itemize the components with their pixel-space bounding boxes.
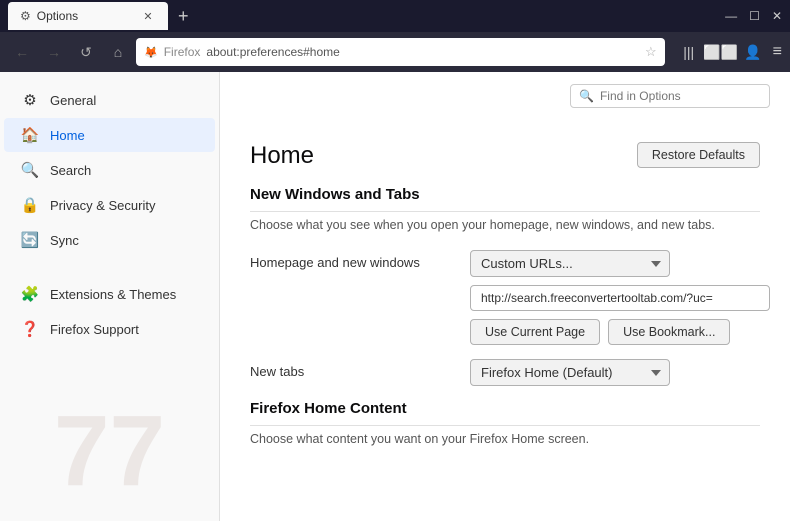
- general-icon: ⚙: [20, 91, 40, 109]
- search-icon: 🔍: [20, 161, 40, 179]
- section-home-content-title: Firefox Home Content: [250, 400, 760, 426]
- window-controls: — ☐ ✕: [725, 9, 782, 23]
- find-icon: 🔍: [579, 89, 594, 103]
- section-home-content-desc: Choose what content you want on your Fir…: [250, 432, 760, 446]
- section-new-windows-title: New Windows and Tabs: [250, 186, 760, 212]
- newtabs-control: Firefox Home (Default)Blank PageCustom U…: [470, 359, 760, 386]
- sidebar-label-privacy: Privacy & Security: [50, 198, 155, 213]
- forward-button[interactable]: →: [40, 38, 68, 66]
- sidebar-item-home[interactable]: 🏠 Home: [4, 118, 215, 152]
- back-button[interactable]: ←: [8, 38, 36, 66]
- minimize-button[interactable]: —: [725, 9, 737, 23]
- homepage-url-input[interactable]: [470, 285, 770, 311]
- sync-icon: 🔄: [20, 231, 40, 249]
- homepage-label: Homepage and new windows: [250, 250, 470, 270]
- main-panel: 🔍 Home Restore Defaults New Windows and …: [220, 72, 790, 521]
- address-bar[interactable]: 🦊 Firefox about:preferences#home ☆: [136, 38, 665, 66]
- find-in-options-bar[interactable]: 🔍: [570, 84, 770, 108]
- homepage-row: Homepage and new windows Firefox Home (D…: [250, 250, 760, 345]
- support-icon: ❓: [20, 320, 40, 338]
- home-button[interactable]: ⌂: [104, 38, 132, 66]
- lock-icon: 🔒: [20, 196, 40, 214]
- address-text: about:preferences#home: [206, 45, 639, 59]
- newtabs-select[interactable]: Firefox Home (Default)Blank PageCustom U…: [470, 359, 670, 386]
- sidebar-label-search: Search: [50, 163, 91, 178]
- window-close-button[interactable]: ✕: [772, 9, 782, 23]
- sidebar-item-support[interactable]: ❓ Firefox Support: [4, 312, 215, 346]
- section-new-windows-desc: Choose what you see when you open your h…: [250, 218, 760, 232]
- newtabs-row: New tabs Firefox Home (Default)Blank Pag…: [250, 359, 760, 386]
- newtabs-label: New tabs: [250, 359, 470, 379]
- sidebar-label-sync: Sync: [50, 233, 79, 248]
- firefox-label: Firefox: [164, 45, 201, 59]
- nav-bar: ← → ↺ ⌂ 🦊 Firefox about:preferences#home…: [0, 32, 790, 72]
- sidebar: 77 ⚙ General 🏠 Home 🔍 Search 🔒 Privacy &…: [0, 72, 220, 521]
- extensions-icon: 🧩: [20, 285, 40, 303]
- sidebar-label-support: Firefox Support: [50, 322, 139, 337]
- app-body: 77 ⚙ General 🏠 Home 🔍 Search 🔒 Privacy &…: [0, 72, 790, 521]
- bookmark-star-icon[interactable]: ☆: [645, 44, 657, 60]
- find-input[interactable]: [600, 89, 761, 103]
- sidebar-item-general[interactable]: ⚙ General: [4, 83, 215, 117]
- toolbar-icons: ||| ⬜⬜ 👤: [677, 40, 765, 64]
- use-bookmark-button[interactable]: Use Bookmark...: [608, 319, 730, 345]
- sidebar-label-general: General: [50, 93, 96, 108]
- page-title: Home: [250, 142, 314, 170]
- restore-defaults-button[interactable]: Restore Defaults: [637, 142, 760, 168]
- homepage-select[interactable]: Firefox Home (Default)Custom URLs...Blan…: [470, 250, 670, 277]
- tab-label: Options: [37, 9, 78, 23]
- library-icon[interactable]: |||: [677, 40, 701, 64]
- maximize-button[interactable]: ☐: [749, 9, 760, 23]
- sidebar-item-extensions[interactable]: 🧩 Extensions & Themes: [4, 277, 215, 311]
- home-icon: 🏠: [20, 126, 40, 144]
- watermark: 77: [54, 401, 165, 501]
- title-bar: ⚙ Options ✕ + — ☐ ✕: [0, 0, 790, 32]
- active-tab[interactable]: ⚙ Options ✕: [8, 2, 168, 30]
- sidebar-label-home: Home: [50, 128, 85, 143]
- menu-button[interactable]: ≡: [773, 43, 782, 61]
- sidebar-item-privacy[interactable]: 🔒 Privacy & Security: [4, 188, 215, 222]
- account-icon[interactable]: 👤: [741, 40, 765, 64]
- reload-button[interactable]: ↺: [72, 38, 100, 66]
- tab-gear-icon: ⚙: [20, 9, 31, 23]
- sidebar-item-search[interactable]: 🔍 Search: [4, 153, 215, 187]
- page-header-row: Home Restore Defaults: [250, 142, 760, 170]
- sidebar-item-sync[interactable]: 🔄 Sync: [4, 223, 215, 257]
- synced-tabs-icon[interactable]: ⬜⬜: [709, 40, 733, 64]
- use-current-page-button[interactable]: Use Current Page: [470, 319, 600, 345]
- firefox-logo-icon: 🦊: [144, 46, 158, 59]
- sidebar-label-extensions: Extensions & Themes: [50, 287, 176, 302]
- tab-close-button[interactable]: ✕: [140, 8, 156, 24]
- homepage-control: Firefox Home (Default)Custom URLs...Blan…: [470, 250, 770, 345]
- new-tab-button[interactable]: +: [172, 6, 195, 27]
